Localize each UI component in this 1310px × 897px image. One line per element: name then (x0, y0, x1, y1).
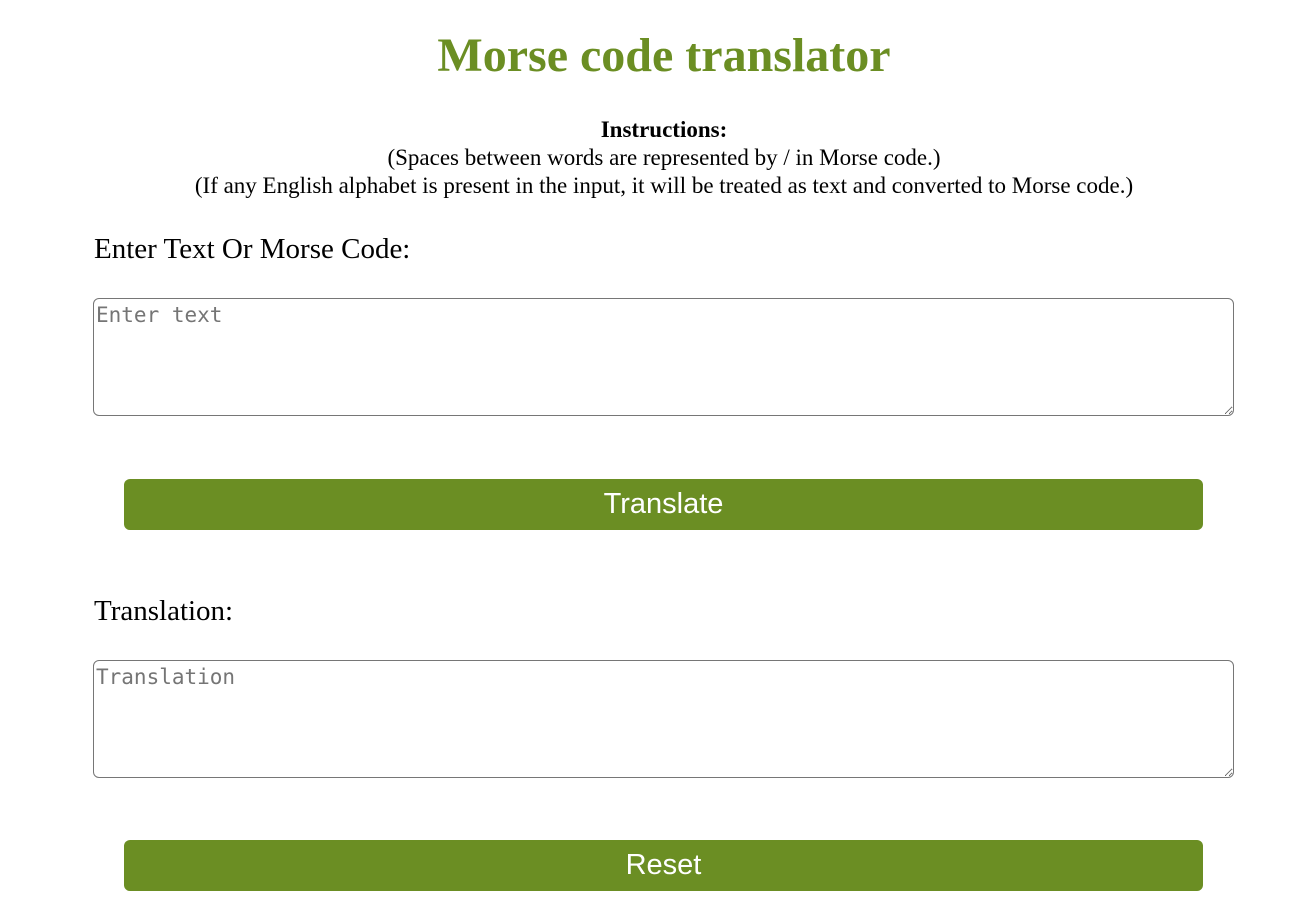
instructions: Instructions: (Spaces between words are … (0, 116, 1310, 200)
reset-button[interactable]: Reset (124, 840, 1203, 891)
output-label: Translation: (94, 595, 234, 627)
instructions-line-spaces: (Spaces between words are represented by… (387, 145, 941, 170)
instructions-line-alphabet: (If any English alphabet is present in t… (194, 173, 1134, 198)
translate-button[interactable]: Translate (124, 479, 1203, 530)
input-textarea[interactable] (93, 298, 1234, 416)
page-title: Morse code translator (437, 29, 891, 82)
input-label: Enter Text Or Morse Code: (94, 233, 411, 265)
instructions-heading: Instructions: (600, 117, 728, 142)
page: Morse code translator Instructions: (Spa… (0, 0, 1310, 897)
output-textarea[interactable] (93, 660, 1234, 778)
